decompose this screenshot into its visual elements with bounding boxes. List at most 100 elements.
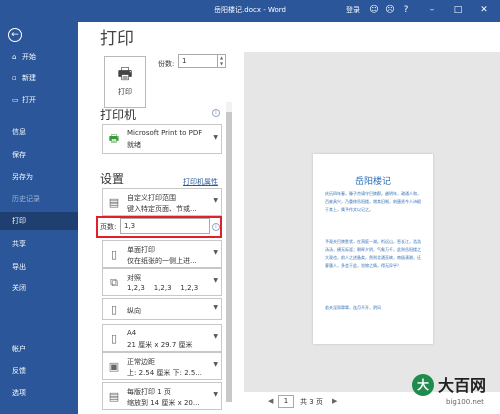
window-title: 岳阳楼记.docx - Word [214,6,286,14]
portrait-icon: ▯ [110,303,118,316]
nav-item-print[interactable]: 打印 [0,212,78,230]
chevron-down-icon: ▼ [213,277,218,284]
printer-select[interactable]: 🖶 Microsoft Print to PDF 就绪 ▼ [102,124,222,154]
margins-icon: ▣ [108,360,120,373]
printer-name: Microsoft Print to PDF [127,129,203,137]
margins-select[interactable]: ▣ 正常边距 上: 2.54 厘米 下: 2.5... ▼ [102,352,222,380]
nav-item-new[interactable]: ▫ 新建 [0,69,78,87]
nav-item-export[interactable]: 导出 [0,258,78,276]
paper-icon: ▯ [110,332,118,345]
nav-item-home[interactable]: ⌂ 开始 [0,48,78,66]
home-icon: ⌂ [12,53,17,61]
sides-select[interactable]: ▯ 单面打印 仅在纸张的一侧上进... ▼ [102,240,222,268]
nav-item-share[interactable]: 共享 [0,235,78,253]
nav-item-account[interactable]: 帐户 [0,340,78,358]
chevron-down-icon: ▼ [213,333,218,340]
setting-title: 纵向 [127,307,141,315]
collate-icon: ⧉ [110,276,118,289]
print-range-select[interactable]: ▤ 自定义打印范围 键入特定页面、节或... ▼ [102,188,222,216]
nav-item-history: 历史记录 [12,195,40,203]
printer-ready-icon: 🖶 [108,132,120,145]
folder-icon: ▭ [12,96,19,104]
copies-label: 份数: [158,60,175,68]
settings-scrollbar-thumb[interactable] [226,112,232,402]
chevron-down-icon: ▼ [213,391,218,398]
backstage-nav: ← ⌂ 开始 ▫ 新建 ▭ 打开 信息 保存 另存为 历史记录 打印 共享 导出 关闭… [0,22,78,414]
back-arrow-icon[interactable]: ← [8,28,22,42]
print-button[interactable]: 🖶 打印 [104,56,146,108]
chevron-down-icon: ▼ [213,134,218,141]
paper-size-select[interactable]: ▯ A4 21 厘米 x 29.7 厘米 ▼ [102,324,222,352]
info-icon[interactable]: i [212,109,220,117]
setting-subtitle: 缩放到 14 厘米 x 20... [127,399,200,407]
preview-page: 岳阳楼记 庆历四年春，滕子京谪守巴陵郡。越明年，政通人和，百废具兴，乃重修岳阳楼… [313,154,433,344]
smile-icon[interactable]: ☺ [368,4,380,16]
orientation-select[interactable]: ▯ 纵向 ▼ [102,298,222,320]
title-bar: 岳阳楼记.docx - Word 登录 ☺ ☹ ? – □ ✕ [0,0,500,22]
new-document-icon: ▫ [12,74,17,82]
printer-heading: 打印机 [100,108,137,122]
setting-subtitle: 仅在纸张的一侧上进... [127,257,197,265]
copies-spinner[interactable]: ▲ ▼ [218,54,226,68]
setting-title: A4 [127,329,137,337]
printer-icon: 🖶 [117,64,133,83]
page-navigator: ◀ 1 共 3 页 ▶ [268,394,368,410]
watermark-text: 大百网 [438,376,487,395]
nav-item-close[interactable]: 关闭 [0,279,78,297]
pages-per-sheet-select[interactable]: ▤ 每版打印 1 页 缩放到 14 厘米 x 20... ▼ [102,382,222,410]
setting-subtitle: 键入特定页面、节或... [127,205,197,213]
chevron-down-icon: ▼ [213,197,218,204]
setting-title: 单面打印 [127,246,155,254]
nav-label: 开始 [22,53,36,61]
chevron-down-icon: ▼ [213,304,218,311]
chevron-down-icon: ▼ [213,361,218,368]
current-page-input[interactable]: 1 [278,395,294,408]
setting-subtitle: 1,2,3 1,2,3 1,2,3 [127,284,199,292]
nav-item-save[interactable]: 保存 [0,146,78,164]
printer-properties-link[interactable]: 打印机属性 [183,177,218,187]
nav-label: 打开 [22,96,36,104]
maximize-icon[interactable]: □ [452,4,464,16]
document-title: 岳阳楼记 [354,177,391,187]
setting-subtitle: 21 厘米 x 29.7 厘米 [127,341,193,349]
watermark-logo: 大 [412,374,434,396]
previous-page-icon[interactable]: ◀ [268,397,273,405]
nav-item-save-as[interactable]: 另存为 [0,168,78,186]
copies-input[interactable]: 1 [178,54,218,68]
setting-title: 对照 [127,274,141,282]
page-title: 打印 [100,29,134,49]
pages-label: 页数: [100,223,117,231]
paragraph: 庆历四年春，滕子京谪守巴陵郡。越明年，政通人和，百废具兴，乃重修岳阳楼，增其旧制… [325,191,421,212]
paragraph: 若夫淫雨霏霏，连月不开，阴风 [325,305,381,310]
page-range-icon: ▤ [108,196,120,209]
setting-title: 自定义打印范围 [127,194,176,202]
pages-input[interactable]: 1,3 [120,218,210,234]
one-sided-icon: ▯ [110,248,118,261]
watermark-url: big100.net [446,398,484,406]
total-pages: 共 3 页 [300,398,323,406]
print-preview: 岳阳楼记 庆历四年春，滕子京谪守巴陵郡。越明年，政通人和，百废具兴，乃重修岳阳楼… [244,52,500,392]
nav-item-open[interactable]: ▭ 打开 [0,91,78,109]
collate-select[interactable]: ⧉ 对照 1,2,3 1,2,3 1,2,3 ▼ [102,268,222,296]
question-icon[interactable]: ? [400,4,412,16]
nav-item-info[interactable]: 信息 [0,123,78,141]
frown-icon[interactable]: ☹ [384,4,396,16]
print-panel: 打印 🖶 打印 份数: 1 ▲ ▼ 打印机 i 🖶 Microsoft Print… [78,22,500,414]
paragraph: 予观夫巴陵胜状，在洞庭一湖。衔远山，吞长江，浩浩汤汤，横无际涯；朝晖夕阴，气象万… [325,239,421,268]
printer-status: 就绪 [127,141,141,149]
nav-label: 新建 [22,74,36,82]
pages-per-sheet-icon: ▤ [108,390,120,403]
setting-subtitle: 上: 2.54 厘米 下: 2.5... [127,369,203,377]
setting-title: 每版打印 1 页 [127,388,171,396]
minimize-icon[interactable]: – [426,4,438,16]
watermark: 大 大百网 big100.net [412,372,500,414]
settings-heading: 设置 [100,172,125,186]
nav-item-feedback[interactable]: 反馈 [0,362,78,380]
login-link[interactable]: 登录 [346,5,360,15]
next-page-icon[interactable]: ▶ [332,397,337,405]
info-icon[interactable]: i [212,223,220,231]
print-button-label: 打印 [118,88,132,96]
nav-item-options[interactable]: 选项 [0,384,78,402]
chevron-down-icon: ▼ [213,249,218,256]
close-icon[interactable]: ✕ [478,4,490,16]
